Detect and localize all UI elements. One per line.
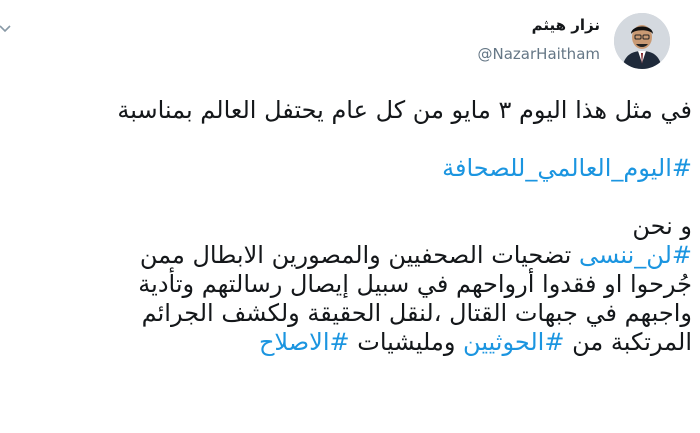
tweet-line: #اليوم_العالمي_للصحافة	[0, 154, 692, 183]
hashtag-link[interactable]: #اليوم_العالمي_للصحافة	[442, 154, 692, 182]
tweet-line: #لن_ننسى تضحيات الصحفيين والمصورين الابط…	[0, 241, 692, 270]
tweet-line: المرتكبة من #الحوثيين ومليشيات #الاصلاح	[0, 328, 692, 357]
hashtag-link[interactable]: #الاصلاح	[259, 328, 350, 356]
tweet-text-segment: المرتكبة من	[564, 328, 692, 356]
tweet-text-segment: ومليشيات	[349, 328, 464, 356]
user-handle[interactable]: @NazarHaitham	[478, 45, 600, 63]
hashtag-link[interactable]: #لن_ننسى	[579, 241, 692, 269]
hashtag-link[interactable]: #الحوثيين	[463, 328, 564, 356]
tweet-line: و نحن	[632, 212, 692, 240]
avatar[interactable]	[614, 13, 670, 69]
profile-photo-icon	[614, 13, 670, 69]
user-display-name[interactable]: نزار هيثم	[532, 16, 600, 34]
tweet-line: واجبهم في جبهات القتال ،لنقل الحقيقة ولك…	[141, 299, 692, 327]
tweet-text: في مثل هذا اليوم ٣ مايو من كل عام يحتفل …	[0, 96, 692, 357]
tweet-text-segment: تضحيات الصحفيين والمصورين الابطال ممن	[139, 241, 579, 269]
tweet-line: جُرحوا او فقدوا أرواحهم في سبيل إيصال رس…	[138, 270, 692, 298]
tweet-card: نزار هيثم @NazarHaitham في مثل هذا اليوم…	[0, 0, 700, 433]
chevron-down-icon[interactable]	[0, 22, 12, 36]
tweet-line: في مثل هذا اليوم ٣ مايو من كل عام يحتفل …	[117, 96, 692, 124]
